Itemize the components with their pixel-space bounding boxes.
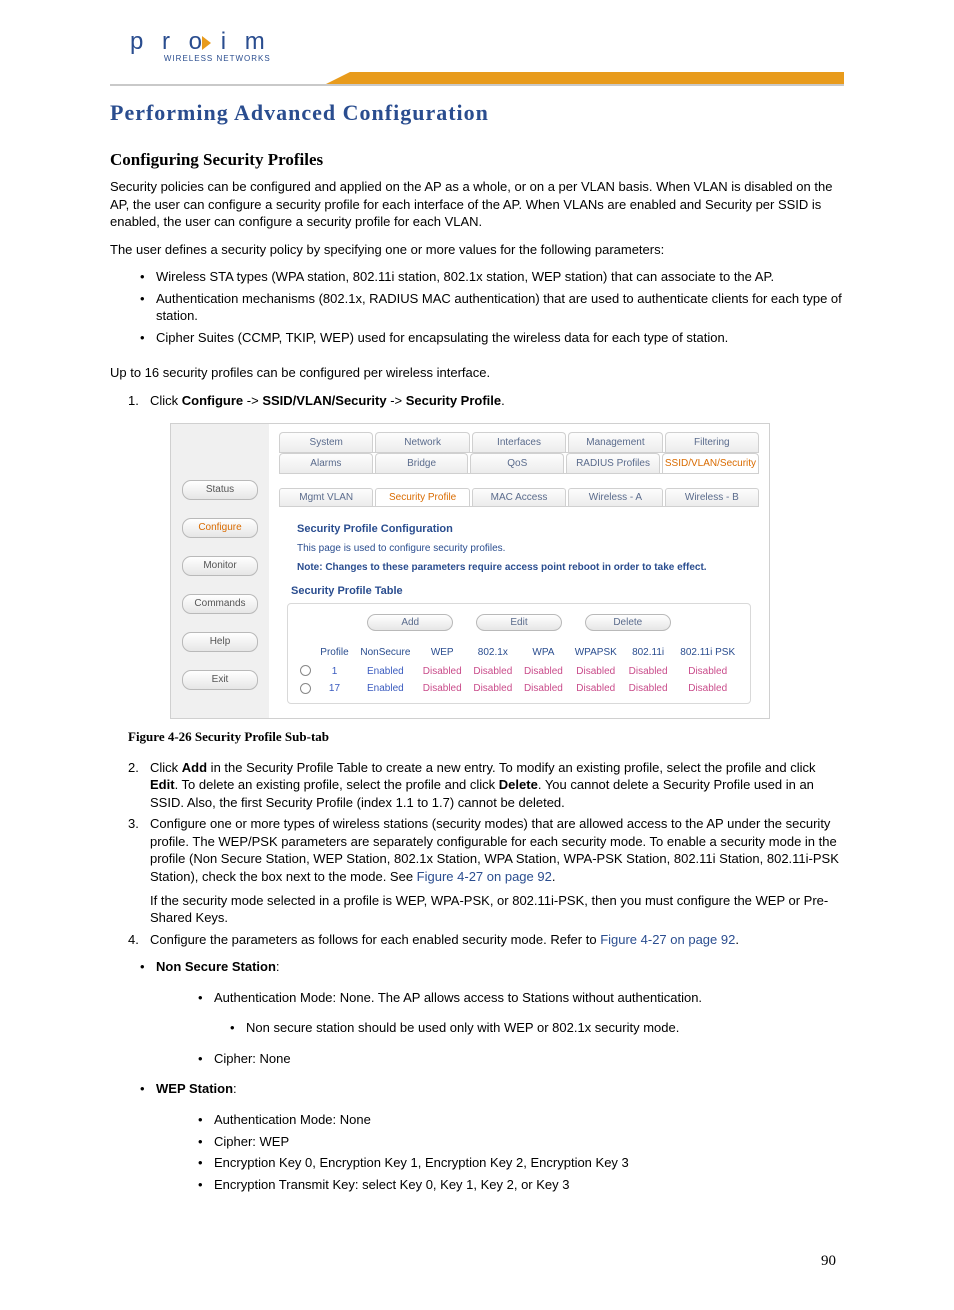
row-radio[interactable] [300, 665, 311, 676]
tab-ssid-vlan-security[interactable]: SSID/VLAN/Security [662, 453, 759, 473]
bullet-item: Authentication mechanisms (802.1x, RADIU… [110, 290, 844, 325]
bullet-item: Cipher Suites (CCMP, TKIP, WEP) used for… [110, 329, 844, 347]
subtab-wireless-b[interactable]: Wireless - B [665, 488, 759, 506]
sidebar-configure[interactable]: Configure [182, 518, 258, 538]
figure-app-screenshot: Status Configure Monitor Commands Help E… [170, 423, 770, 718]
tab-network[interactable]: Network [375, 432, 469, 452]
sidebar-monitor[interactable]: Monitor [182, 556, 258, 576]
tabs-row-1: System Network Interfaces Management Fil… [279, 432, 759, 453]
bullet-item: Authentication Mode: None [150, 1111, 844, 1129]
col-wpapsk: WPAPSK [569, 643, 623, 662]
step-item: Click Configure -> SSID/VLAN/Security ->… [110, 392, 844, 410]
sidebar-exit[interactable]: Exit [182, 670, 258, 690]
section-title: Configuring Security Profiles [110, 150, 844, 170]
tab-management[interactable]: Management [568, 432, 662, 452]
brand-name: p r o i m [130, 28, 271, 55]
brand-logo: p r o i m WIRELESS NETWORKS [130, 28, 271, 63]
panel-subtitle: This page is used to configure security … [297, 543, 759, 554]
col-80211ipsk: 802.11i PSK [673, 643, 742, 662]
page-header: p r o i m WIRELESS NETWORKS [0, 0, 954, 90]
step-item: Click Add in the Security Profile Table … [110, 759, 844, 812]
sidebar-status[interactable]: Status [182, 480, 258, 500]
tab-filtering[interactable]: Filtering [665, 432, 759, 452]
bullet-item: Wireless STA types (WPA station, 802.11i… [110, 268, 844, 286]
col-80211i: 802.11i [623, 643, 674, 662]
bullet-item: Encryption Key 0, Encryption Key 1, Encr… [150, 1154, 844, 1172]
delete-button[interactable]: Delete [585, 614, 671, 631]
panel-note: Note: Changes to these parameters requir… [297, 562, 759, 573]
paragraph: Security policies can be configured and … [110, 178, 844, 231]
col-select [296, 643, 315, 662]
bullet-item: Non Secure Station: [110, 958, 844, 976]
row-radio[interactable] [300, 683, 311, 694]
paragraph: Up to 16 security profiles can be config… [110, 364, 844, 382]
tabs-row-2: Alarms Bridge QoS RADIUS Profiles SSID/V… [279, 453, 759, 474]
tab-radius-profiles[interactable]: RADIUS Profiles [566, 453, 660, 473]
col-nonsecure: NonSecure [354, 643, 417, 662]
table-row: 17 Enabled Disabled Disabled Disabled Di… [296, 680, 742, 697]
subtabs-row: Mgmt VLAN Security Profile MAC Access Wi… [279, 488, 759, 507]
col-8021x: 802.1x [468, 643, 519, 662]
logo-arrow-icon [202, 36, 211, 50]
bullet-item: Authentication Mode: None. The AP allows… [150, 989, 844, 1007]
add-button[interactable]: Add [367, 614, 453, 631]
tab-qos[interactable]: QoS [470, 453, 564, 473]
bullet-item: Non secure station should be used only w… [150, 1019, 844, 1037]
paragraph: The user defines a security policy by sp… [110, 241, 844, 259]
panel-title: Security Profile Configuration [297, 523, 759, 535]
step-item: Configure the parameters as follows for … [110, 931, 844, 949]
step-item: Configure one or more types of wireless … [110, 815, 844, 926]
bullet-item: Encryption Transmit Key: select Key 0, K… [150, 1176, 844, 1194]
figure-caption: Figure 4-26 Security Profile Sub-tab [128, 729, 844, 745]
app-sidebar: Status Configure Monitor Commands Help E… [171, 424, 269, 717]
table-title: Security Profile Table [291, 585, 759, 597]
tab-system[interactable]: System [279, 432, 373, 452]
sidebar-help[interactable]: Help [182, 632, 258, 652]
chapter-title: Performing Advanced Configuration [110, 100, 844, 126]
security-profile-table: Profile NonSecure WEP 802.1x WPA WPAPSK … [296, 643, 742, 696]
figure-link[interactable]: Figure 4-27 on page 92 [600, 932, 735, 947]
edit-button[interactable]: Edit [476, 614, 562, 631]
sidebar-commands[interactable]: Commands [182, 594, 258, 614]
col-profile: Profile [315, 643, 354, 662]
col-wep: WEP [417, 643, 468, 662]
tab-bridge[interactable]: Bridge [375, 453, 469, 473]
tab-alarms[interactable]: Alarms [279, 453, 373, 473]
subtab-mac-access[interactable]: MAC Access [472, 488, 566, 506]
page-number: 90 [0, 1253, 836, 1270]
bullet-item: Cipher: WEP [150, 1133, 844, 1151]
header-rule [110, 84, 844, 86]
subtab-mgmt-vlan[interactable]: Mgmt VLAN [279, 488, 373, 506]
col-wpa: WPA [518, 643, 569, 662]
bullet-item: WEP Station: [110, 1080, 844, 1098]
brand-subtitle: WIRELESS NETWORKS [130, 54, 271, 63]
tab-interfaces[interactable]: Interfaces [472, 432, 566, 452]
security-profile-table-box: Add Edit Delete Profile NonSecure WEP 80… [287, 603, 751, 703]
subtab-security-profile[interactable]: Security Profile [375, 488, 469, 506]
figure-link[interactable]: Figure 4-27 on page 92 [417, 869, 552, 884]
bullet-item: Cipher: None [150, 1050, 844, 1068]
header-stripe [350, 72, 844, 84]
subtab-wireless-a[interactable]: Wireless - A [568, 488, 662, 506]
table-row: 1 Enabled Disabled Disabled Disabled Dis… [296, 662, 742, 679]
